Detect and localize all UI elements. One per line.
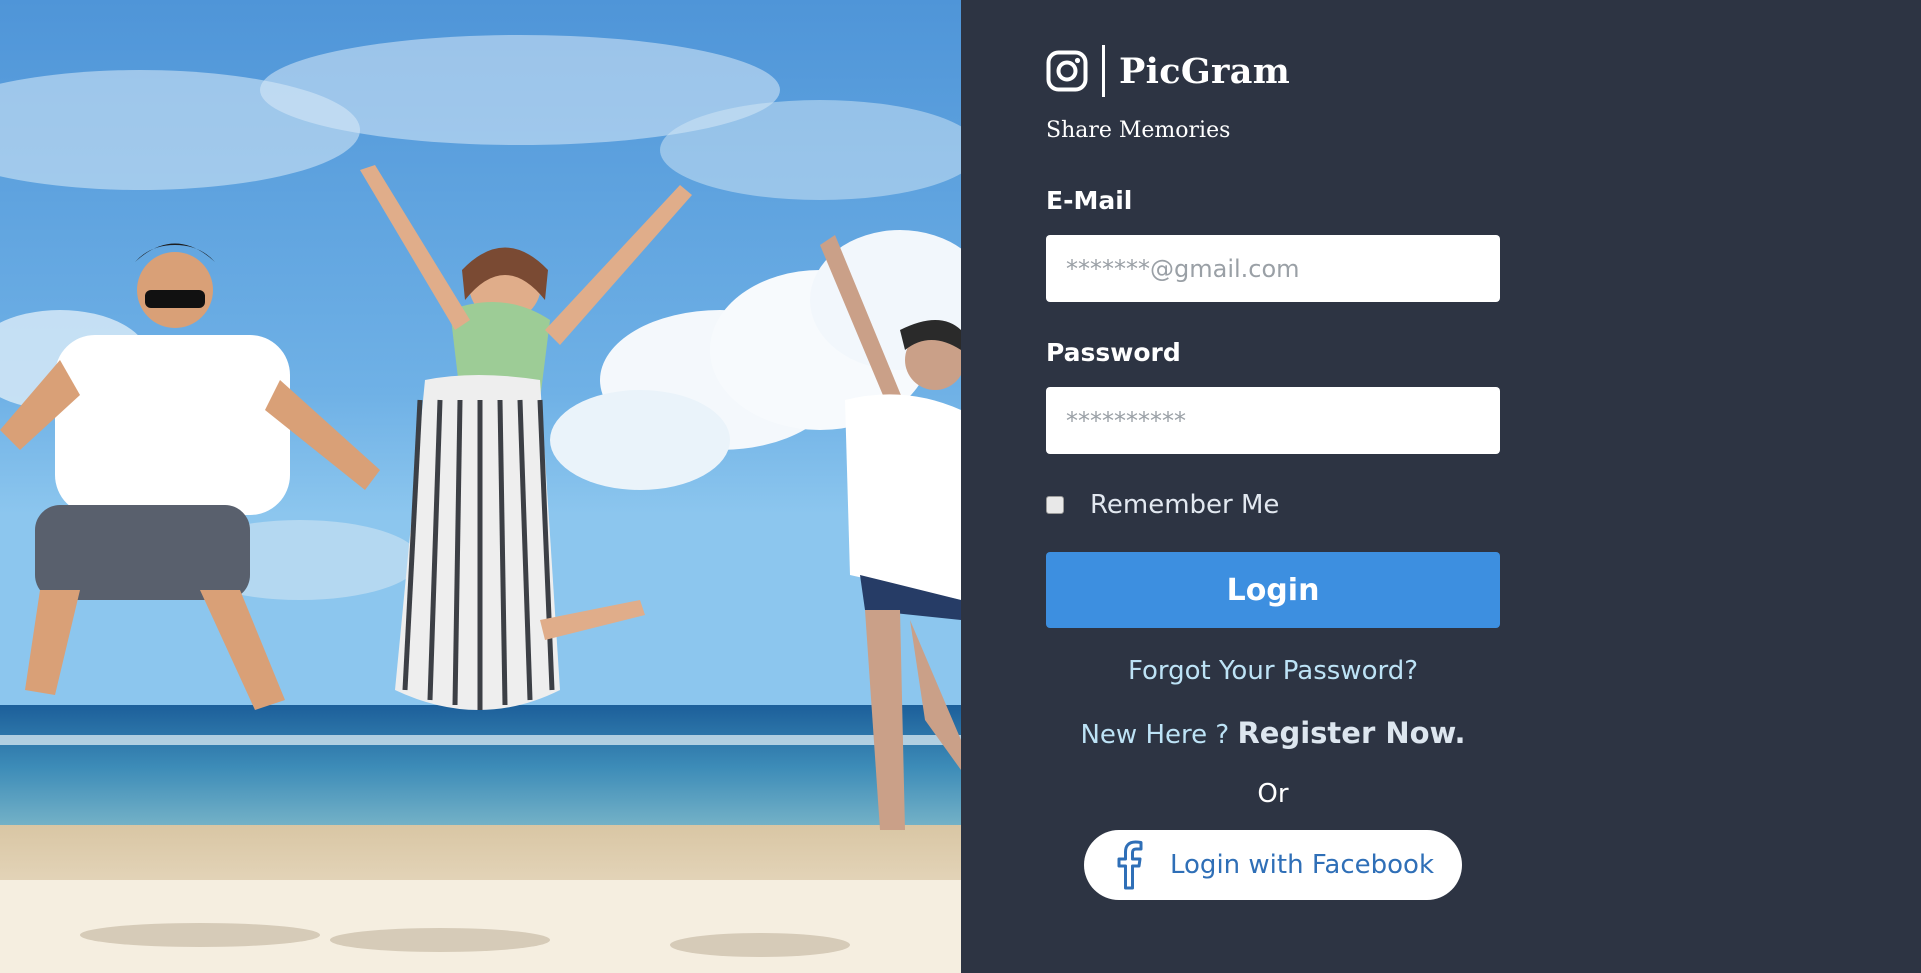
remember-me-label: Remember Me [1090, 490, 1280, 520]
password-input[interactable] [1046, 387, 1500, 454]
facebook-login-button[interactable]: Login with Facebook [1084, 830, 1462, 900]
hero-photo [0, 0, 961, 973]
instagram-icon [1046, 50, 1088, 92]
email-input[interactable] [1046, 235, 1500, 302]
facebook-login-label: Login with Facebook [1170, 850, 1434, 880]
forgot-password-link[interactable]: Forgot Your Password? [1046, 656, 1500, 686]
new-here-text: New Here ? [1080, 720, 1230, 750]
remember-me-checkbox[interactable] [1046, 496, 1064, 514]
register-prompt: New Here ? Register Now. [1046, 716, 1500, 750]
remember-me[interactable]: Remember Me [1046, 490, 1279, 520]
or-separator: Or [1257, 779, 1289, 809]
brand-name: PicGram [1119, 50, 1291, 92]
brand: PicGram [1046, 44, 1290, 98]
login-panel: PicGram Share Memories E-Mail Password R… [961, 0, 1921, 973]
brand-divider [1102, 45, 1105, 97]
login-button[interactable]: Login [1046, 552, 1500, 628]
register-link[interactable]: Register Now. [1237, 716, 1465, 750]
tagline: Share Memories [1046, 118, 1231, 143]
beach-jump-photo [0, 0, 961, 973]
facebook-icon [1117, 840, 1143, 890]
password-label: Password [1046, 338, 1181, 367]
email-label: E-Mail [1046, 186, 1133, 215]
